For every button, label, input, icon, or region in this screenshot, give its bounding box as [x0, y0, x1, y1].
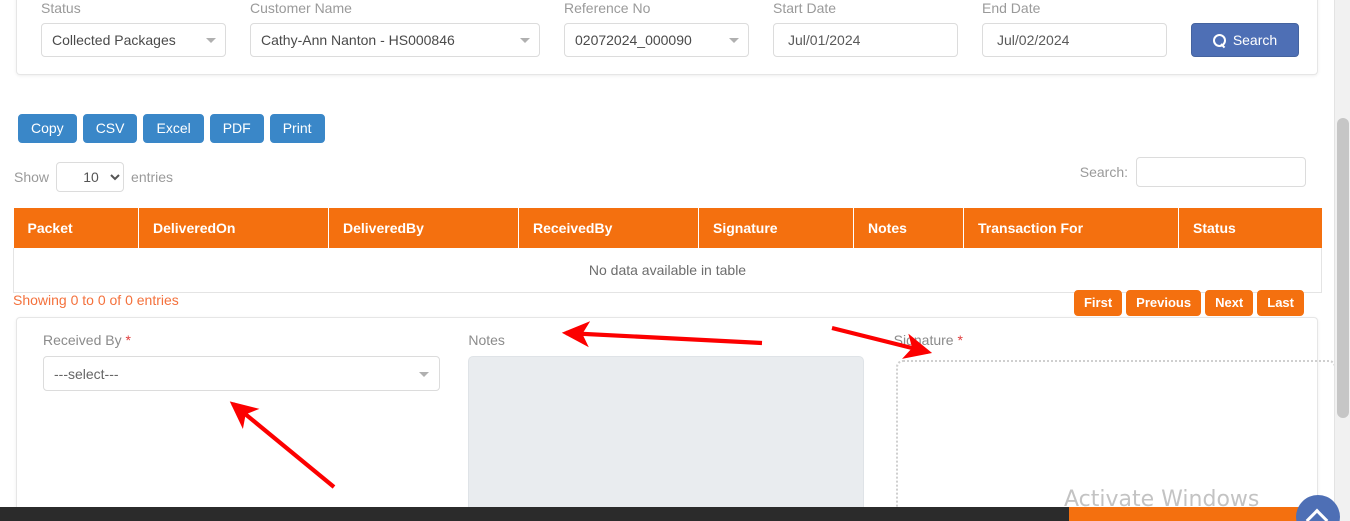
end-date-label: End Date	[982, 0, 1041, 16]
column-header-receivedby[interactable]: ReceivedBy	[518, 208, 699, 248]
filter-field-status: Status Collected Packages	[29, 0, 238, 57]
filter-field-customer-name: Customer Name Cathy-Ann Nanton - HS00084…	[238, 0, 552, 57]
customer-name-value: Cathy-Ann Nanton - HS000846	[261, 32, 455, 48]
pagination-next-button[interactable]: Next	[1205, 290, 1254, 316]
export-excel-button[interactable]: Excel	[143, 114, 204, 143]
pagination-previous-button[interactable]: Previous	[1126, 290, 1202, 316]
received-by-value: ---select---	[54, 365, 119, 382]
search-button[interactable]: Search	[1191, 23, 1299, 57]
chevron-down-icon	[729, 38, 739, 43]
search-icon	[1212, 33, 1226, 47]
notes-label: Notes	[468, 332, 505, 348]
filter-search-action: Search	[1179, 0, 1311, 57]
page-length-select[interactable]: 10	[56, 162, 125, 192]
signature-pad[interactable]	[896, 360, 1336, 521]
vertical-scrollbar-thumb[interactable]	[1337, 118, 1349, 418]
column-header-transaction-for[interactable]: Transaction For	[963, 208, 1179, 248]
footer-bar	[0, 507, 1334, 521]
reference-no-value: 02072024_000090	[575, 32, 692, 48]
pagination-last-button[interactable]: Last	[1257, 290, 1304, 316]
end-date-input[interactable]: Jul/02/2024	[982, 23, 1167, 57]
customer-name-select[interactable]: Cathy-Ann Nanton - HS000846	[250, 23, 540, 57]
column-header-status[interactable]: Status	[1178, 208, 1322, 248]
export-pdf-button[interactable]: PDF	[209, 114, 264, 143]
status-select[interactable]: Collected Packages	[41, 23, 226, 57]
status-label: Status	[41, 0, 81, 16]
received-by-field: Received By * ---select---	[29, 332, 454, 521]
table-empty-row: No data available in table	[13, 248, 1322, 293]
table-search-input[interactable]	[1136, 157, 1306, 187]
start-date-label: Start Date	[773, 0, 837, 16]
filter-panel: Status Collected Packages Customer Name …	[16, 0, 1318, 75]
table-header-row: Packet DeliveredOn DeliveredBy ReceivedB…	[13, 208, 1322, 248]
notes-textarea[interactable]	[468, 356, 865, 516]
table-info: Showing 0 to 0 of 0 entries	[13, 292, 179, 308]
column-header-deliveredon[interactable]: DeliveredOn	[138, 208, 329, 248]
chevron-down-icon	[419, 371, 430, 377]
pagination: First Previous Next Last	[1073, 290, 1304, 316]
export-print-button[interactable]: Print	[269, 114, 325, 143]
filter-field-start-date: Start Date Jul/01/2024	[761, 0, 970, 57]
chevron-up-icon	[1305, 508, 1329, 521]
data-table-wrapper: Packet DeliveredOn DeliveredBy ReceivedB…	[13, 208, 1322, 293]
column-header-packet[interactable]: Packet	[13, 208, 139, 248]
chevron-down-icon	[520, 38, 530, 43]
export-csv-button[interactable]: CSV	[82, 114, 138, 143]
empty-message: No data available in table	[13, 248, 1322, 293]
status-value: Collected Packages	[52, 32, 176, 48]
export-buttons: Copy CSV Excel PDF Print	[18, 114, 325, 143]
pagination-first-button[interactable]: First	[1073, 290, 1123, 316]
received-by-label: Received By *	[43, 332, 440, 348]
column-header-deliveredby[interactable]: DeliveredBy	[328, 208, 519, 248]
chevron-down-icon	[206, 38, 216, 43]
received-by-label-text: Received By	[43, 332, 122, 348]
table-body: No data available in table	[13, 248, 1322, 293]
received-by-required-asterisk: *	[125, 332, 131, 348]
table-search-control: Search:	[1080, 157, 1306, 187]
column-header-signature[interactable]: Signature	[698, 208, 854, 248]
signature-label-text: Signature	[893, 332, 954, 348]
search-button-label: Search	[1232, 32, 1278, 48]
page-length-control: Show 10 entries	[14, 162, 173, 192]
end-date-value: Jul/02/2024	[997, 32, 1070, 48]
notes-field: Notes	[454, 332, 879, 521]
reference-no-select[interactable]: 02072024_000090	[564, 23, 749, 57]
table-head: Packet DeliveredOn DeliveredBy ReceivedB…	[13, 208, 1322, 248]
start-date-value: Jul/01/2024	[788, 32, 861, 48]
received-by-select[interactable]: ---select---	[43, 356, 441, 391]
vertical-scrollbar[interactable]	[1334, 0, 1350, 521]
filter-fields-row: Status Collected Packages Customer Name …	[17, 0, 1317, 74]
filter-field-reference-no: Reference No 02072024_000090	[552, 0, 761, 57]
filter-field-end-date: End Date Jul/02/2024	[970, 0, 1179, 57]
start-date-input[interactable]: Jul/01/2024	[773, 23, 958, 57]
table-search-label: Search:	[1079, 164, 1128, 180]
footer-accent	[1069, 507, 1334, 521]
entries-label: entries	[131, 169, 174, 185]
signature-label: Signature *	[894, 332, 1291, 348]
customer-name-label: Customer Name	[250, 0, 352, 16]
main-content: Status Collected Packages Customer Name …	[0, 0, 1340, 521]
column-header-notes[interactable]: Notes	[853, 208, 964, 248]
show-label: Show	[14, 169, 50, 185]
export-copy-button[interactable]: Copy	[18, 114, 77, 143]
reference-no-label: Reference No	[564, 0, 651, 16]
deliveries-table: Packet DeliveredOn DeliveredBy ReceivedB…	[13, 208, 1322, 293]
signature-required-asterisk: *	[957, 332, 963, 348]
page-root: Status Collected Packages Customer Name …	[0, 0, 1350, 521]
